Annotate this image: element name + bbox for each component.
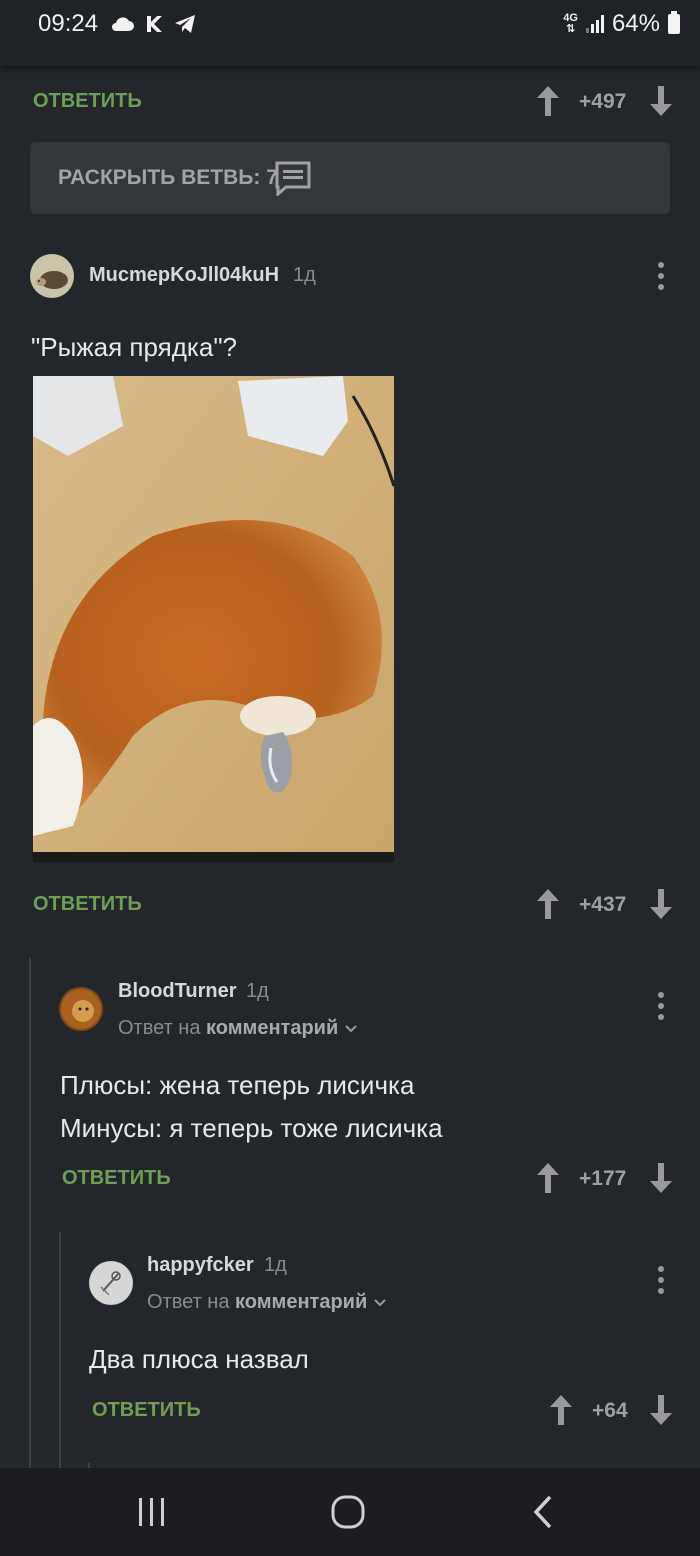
score: +64: [592, 1399, 628, 1422]
username[interactable]: happyfcker: [147, 1254, 254, 1277]
fox-tail-photo[interactable]: [33, 376, 394, 862]
lion-icon: [61, 989, 101, 1029]
reply-to-link[interactable]: комментарий: [235, 1291, 367, 1313]
upvote-icon[interactable]: [546, 1393, 576, 1427]
sketch-avatar-icon: [90, 1262, 132, 1304]
battery-percent: 64%: [611, 10, 660, 37]
upvote-icon[interactable]: [533, 1161, 563, 1195]
home-icon[interactable]: [330, 1494, 366, 1530]
hedgehog-icon: [36, 271, 68, 289]
downvote-icon[interactable]: [646, 84, 676, 118]
status-bar: 09:24 4G ⇅ 64%: [0, 0, 700, 66]
reply-button[interactable]: ОТВЕТИТЬ: [33, 893, 142, 916]
comment-line: Минусы: я теперь тоже лисичка: [60, 1113, 443, 1143]
score: +177: [579, 1167, 627, 1190]
chevron-down-icon[interactable]: [373, 1298, 387, 1308]
fox-tail-photo-image: [33, 376, 394, 862]
signal-icon: [585, 15, 604, 33]
comment-age: 1д: [293, 264, 316, 286]
system-nav-bar: [0, 1468, 700, 1556]
more-options-icon[interactable]: [658, 992, 664, 1025]
reply-to-line[interactable]: Ответ на комментарий: [147, 1291, 387, 1314]
back-icon[interactable]: [530, 1494, 558, 1530]
status-time: 09:24: [38, 10, 99, 37]
reply-to-line[interactable]: Ответ на комментарий: [118, 1017, 358, 1040]
reply-button[interactable]: ОТВЕТИТЬ: [92, 1399, 201, 1422]
more-options-icon[interactable]: [658, 262, 664, 295]
avatar[interactable]: [30, 254, 74, 298]
expand-thread-button[interactable]: РАСКРЫТЬ ВЕТВЬ: 7: [30, 142, 670, 214]
reply-to-link[interactable]: комментарий: [206, 1017, 338, 1039]
comment-age: 1д: [264, 1254, 287, 1276]
comment-text: "Рыжая прядка"?: [31, 332, 238, 362]
expand-thread-label: РАСКРЫТЬ ВЕТВЬ: 7: [58, 166, 278, 189]
telegram-icon: [175, 15, 195, 33]
avatar[interactable]: [59, 987, 103, 1031]
downvote-icon[interactable]: [646, 1161, 676, 1195]
battery-icon: [668, 11, 680, 34]
reply-button[interactable]: ОТВЕТИТЬ: [33, 90, 142, 113]
comment-icon: [275, 161, 311, 196]
username[interactable]: BloodTurner: [118, 980, 237, 1003]
downvote-icon[interactable]: [646, 1393, 676, 1427]
downvote-icon[interactable]: [646, 887, 676, 921]
more-options-icon[interactable]: [658, 1266, 664, 1299]
comment-text: Два плюса назвал: [89, 1344, 309, 1374]
k-app-icon: [147, 16, 162, 32]
reply-to-prefix: Ответ на: [118, 1017, 201, 1039]
chevron-down-icon[interactable]: [344, 1024, 358, 1034]
reply-button[interactable]: ОТВЕТИТЬ: [62, 1167, 171, 1190]
score: +437: [579, 893, 627, 916]
username[interactable]: MucmepKoJll04kuH: [89, 264, 279, 287]
comment-age: 1д: [246, 980, 269, 1002]
thread-line[interactable]: [59, 1232, 61, 1468]
upvote-icon[interactable]: [533, 84, 563, 118]
avatar[interactable]: [89, 1261, 133, 1305]
recent-apps-icon[interactable]: [135, 1495, 169, 1529]
upvote-icon[interactable]: [533, 887, 563, 921]
reply-to-prefix: Ответ на: [147, 1291, 230, 1313]
score: +497: [579, 90, 627, 113]
network-type: 4G ⇅: [563, 12, 578, 35]
cloud-icon: [112, 17, 134, 31]
comment-line: Плюсы: жена теперь лисичка: [60, 1070, 415, 1100]
thread-line[interactable]: [29, 958, 31, 1468]
